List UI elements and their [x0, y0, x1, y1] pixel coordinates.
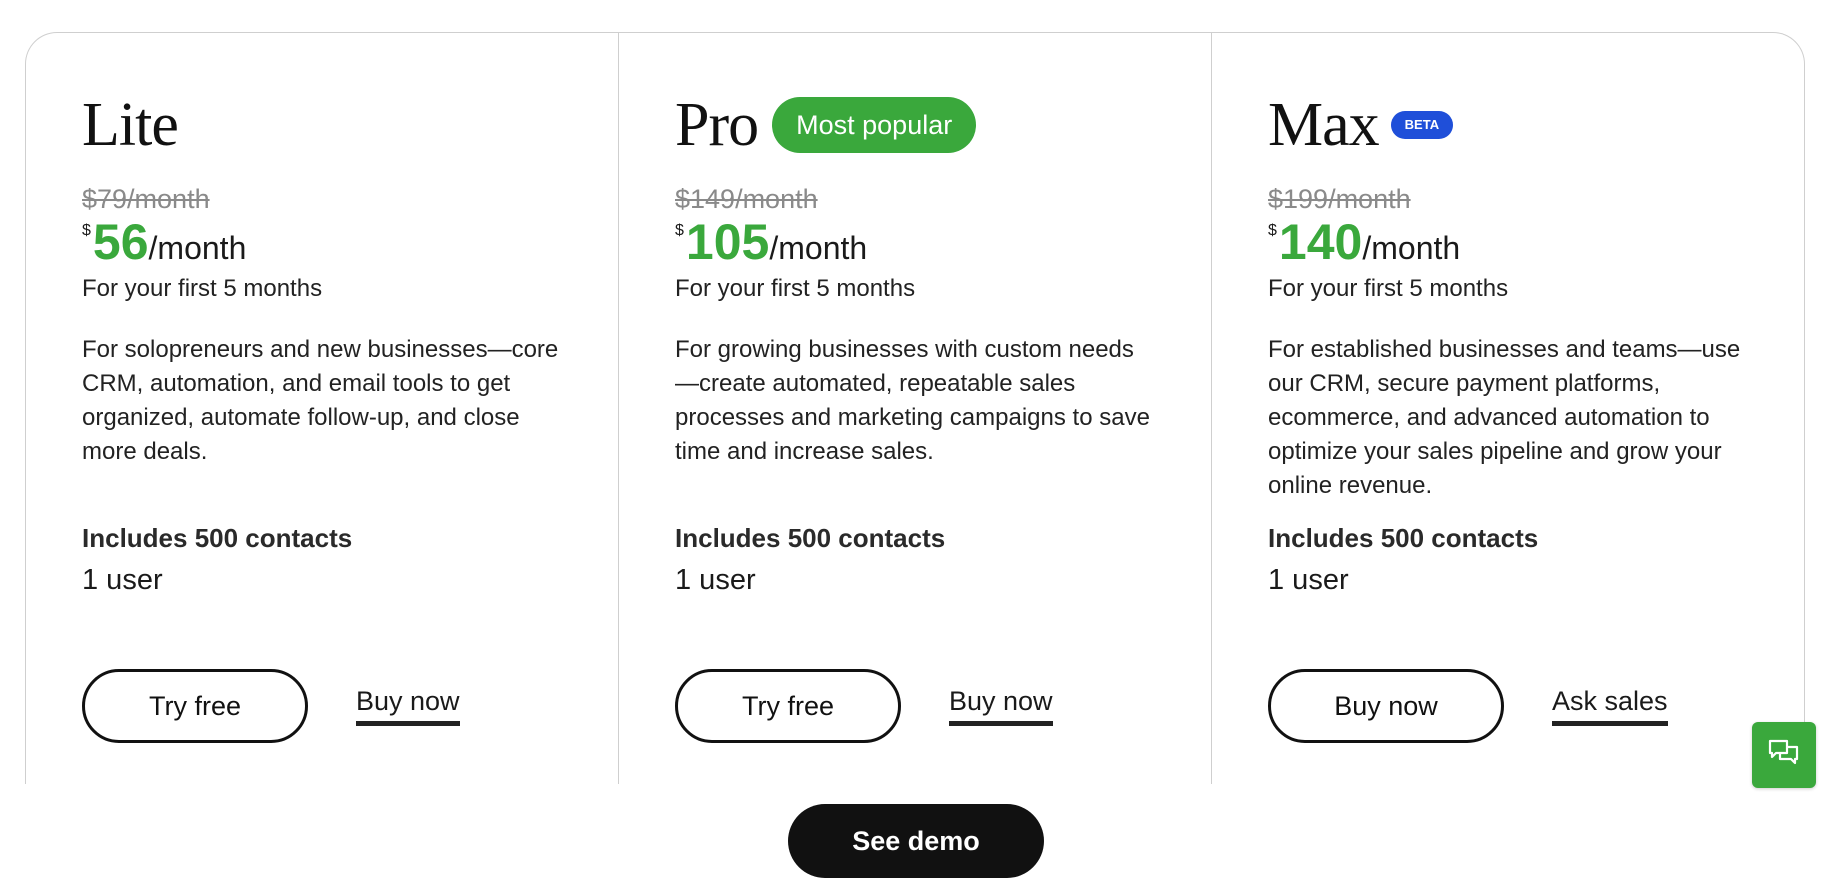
price-period: /month — [769, 230, 868, 267]
user-count: 1 user — [82, 564, 163, 597]
chat-bubbles-icon — [1767, 737, 1801, 774]
plan-actions: Buy now Ask sales — [1268, 669, 1668, 743]
plan-actions: Try free Buy now — [82, 669, 460, 743]
ask-sales-link[interactable]: Ask sales — [1552, 686, 1668, 726]
contacts-included: Includes 500 contacts — [675, 523, 946, 554]
chat-button[interactable] — [1752, 722, 1816, 788]
discounted-price: $ 56 /month — [82, 217, 562, 267]
plan-card-max: Max BETA $199/month $ 140 /month For you… — [1211, 33, 1804, 784]
user-count: 1 user — [675, 564, 756, 597]
plan-title-row: Max BETA — [1268, 89, 1748, 161]
original-price: $79/month — [82, 184, 210, 214]
currency-symbol: $ — [1268, 222, 1277, 240]
plan-description: For growing businesses with custom needs… — [675, 336, 1150, 466]
beta-badge: BETA — [1390, 111, 1454, 139]
plan-card-lite: Lite $79/month $ 56 /month For your firs… — [26, 33, 618, 784]
discounted-price: $ 140 /month — [1268, 217, 1748, 267]
see-demo-button[interactable]: See demo — [788, 804, 1044, 878]
intro-term: For your first 5 months — [82, 275, 323, 303]
try-free-button[interactable]: Try free — [82, 669, 308, 743]
plan-actions: Try free Buy now — [675, 669, 1053, 743]
buy-now-link[interactable]: Buy now — [949, 686, 1053, 726]
price-amount: 105 — [685, 214, 770, 271]
currency-symbol: $ — [675, 222, 684, 240]
most-popular-badge: Most popular — [772, 97, 977, 153]
plan-card-pro: Pro Most popular $149/month $ 105 /month… — [618, 33, 1211, 784]
try-free-button[interactable]: Try free — [675, 669, 901, 743]
price-amount: 140 — [1278, 214, 1363, 271]
plan-name: Max — [1268, 91, 1380, 159]
price-period: /month — [1362, 230, 1461, 267]
buy-now-button[interactable]: Buy now — [1268, 669, 1504, 743]
original-price: $199/month — [1268, 184, 1411, 214]
price-amount: 56 — [92, 214, 149, 271]
contacts-included: Includes 500 contacts — [1268, 523, 1539, 554]
original-price: $149/month — [675, 184, 818, 214]
plan-description: For established businesses and teams—use… — [1268, 336, 1741, 500]
buy-now-link[interactable]: Buy now — [356, 686, 460, 726]
plan-title-row: Lite — [82, 89, 562, 161]
plan-name: Lite — [82, 91, 179, 159]
price-period: /month — [148, 230, 247, 267]
user-count: 1 user — [1268, 564, 1349, 597]
plan-name: Pro — [675, 91, 759, 159]
contacts-included: Includes 500 contacts — [82, 523, 353, 554]
discounted-price: $ 105 /month — [675, 217, 1155, 267]
plan-description: For solopreneurs and new businesses—core… — [82, 336, 559, 466]
pricing-table: Lite $79/month $ 56 /month For your firs… — [25, 32, 1805, 784]
intro-term: For your first 5 months — [1268, 275, 1509, 303]
intro-term: For your first 5 months — [675, 275, 916, 303]
plan-title-row: Pro Most popular — [675, 89, 1155, 161]
currency-symbol: $ — [82, 222, 91, 240]
